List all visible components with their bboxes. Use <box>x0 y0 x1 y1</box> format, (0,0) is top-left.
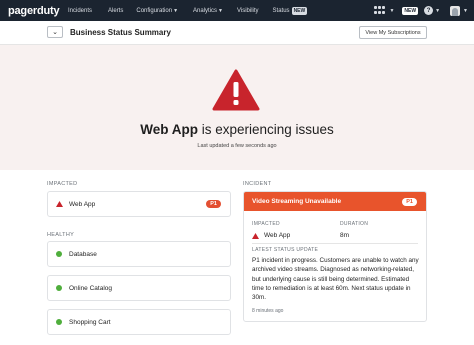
incident-duration: 8m <box>340 232 350 239</box>
healthy-status-dot <box>56 319 62 325</box>
last-updated-text: Last updated a few seconds ago <box>197 143 277 149</box>
incident-card[interactable]: Video Streaming Unavailable P1 IMPACTED … <box>243 191 427 322</box>
status-headline: Web App is experiencing issues <box>0 122 474 137</box>
latest-update-label: LATEST STATUS UPDATE <box>252 247 319 253</box>
incident-impacted-service: Web App <box>252 232 290 239</box>
healthy-status-dot <box>56 251 62 257</box>
warning-triangle-icon <box>252 232 259 239</box>
apps-grid-icon[interactable] <box>374 6 386 15</box>
healthy-service-card[interactable]: Shopping Cart <box>47 309 231 335</box>
nav-alerts[interactable]: Alerts <box>108 8 123 14</box>
priority-badge: P1 <box>206 200 221 208</box>
caret-down-icon[interactable]: ▼ <box>463 8 468 14</box>
nav-analytics[interactable]: Analytics ▼ <box>193 8 223 14</box>
warning-triangle-icon <box>212 69 260 111</box>
nav-incidents[interactable]: Incidents <box>68 8 92 14</box>
nav-incidents-label: Incidents <box>68 7 93 14</box>
priority-badge: P1 <box>402 198 417 206</box>
incident-section-label: INCIDENT <box>243 181 272 187</box>
impacted-service-card[interactable]: Web App P1 <box>47 191 231 217</box>
nav-visibility[interactable]: Visibility <box>237 8 259 14</box>
incident-impacted-label: IMPACTED <box>252 221 280 227</box>
service-name: Online Catalog <box>69 284 112 292</box>
caret-down-icon: ▼ <box>218 7 223 14</box>
warning-triangle-icon <box>56 201 63 207</box>
pagerduty-logo[interactable]: pagerduty <box>0 5 60 17</box>
new-pill[interactable]: NEW <box>402 6 419 15</box>
healthy-status-dot <box>56 285 62 291</box>
incident-title: Video Streaming Unavailable <box>252 198 342 205</box>
latest-update-text: P1 incident in progress. Customers are u… <box>252 257 419 302</box>
caret-down-icon[interactable]: ▼ <box>389 8 394 14</box>
update-timestamp: 8 minutes ago <box>252 308 284 314</box>
healthy-service-card[interactable]: Online Catalog <box>47 275 231 301</box>
impacted-service-name: Web App <box>140 122 198 137</box>
nav-configuration-label: Configuration <box>136 7 173 14</box>
status-text: is experiencing issues <box>197 122 334 137</box>
caret-down-icon[interactable]: ▼ <box>435 8 440 14</box>
nav-configuration[interactable]: Configuration ▼ <box>136 8 178 14</box>
service-name: Shopping Cart <box>69 318 111 326</box>
caret-down-icon: ▼ <box>173 7 179 14</box>
view-subscriptions-button[interactable]: View My Subscriptions <box>359 26 427 39</box>
divider <box>252 243 418 244</box>
help-icon[interactable]: ? <box>424 6 434 15</box>
page-title: Business Status Summary <box>70 28 171 37</box>
nav-alerts-label: Alerts <box>108 7 124 14</box>
impacted-section-label: IMPACTED <box>47 181 78 187</box>
incident-duration-label: DURATION <box>340 221 369 227</box>
incident-header: Video Streaming Unavailable P1 <box>244 192 426 211</box>
incident-service-name: Web App <box>264 232 291 239</box>
nav-analytics-label: Analytics <box>193 7 218 14</box>
top-navigation-bar: pagerduty Incidents Alerts Configuration… <box>0 0 474 21</box>
healthy-section-label: HEALTHY <box>47 232 75 238</box>
user-avatar[interactable] <box>450 5 461 16</box>
nav-status[interactable]: Status NEW <box>272 6 308 15</box>
nav-status-label: Status <box>272 7 290 14</box>
healthy-service-card[interactable]: Database <box>47 241 231 267</box>
new-badge: NEW <box>291 6 308 15</box>
service-name: Database <box>69 250 97 258</box>
service-name: Web App <box>69 200 96 208</box>
chevron-down-icon[interactable]: ⌄ <box>47 26 63 38</box>
nav-visibility-label: Visibility <box>236 7 259 14</box>
